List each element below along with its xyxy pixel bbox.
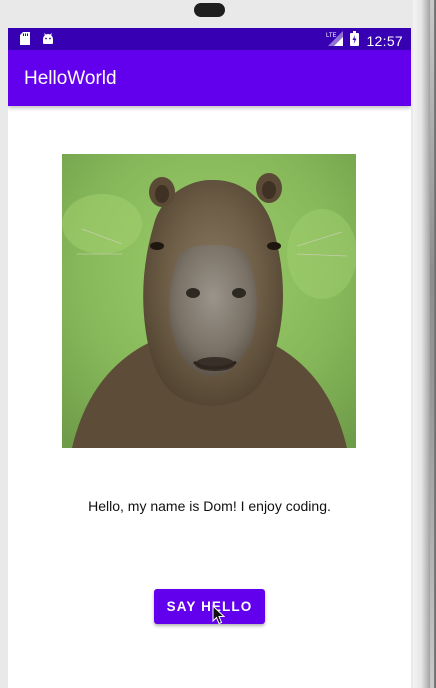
mouse-cursor-icon — [212, 604, 226, 630]
device-side-button — [430, 0, 434, 688]
capybara-image — [62, 154, 356, 448]
lte-signal-icon: LTE — [326, 31, 344, 51]
status-bar: LTE 12:57 — [8, 28, 411, 50]
greeting-text: Hello, my name is Dom! I enjoy coding. — [88, 498, 331, 514]
android-icon — [42, 32, 54, 50]
device-speaker — [194, 3, 225, 17]
app-title: HelloWorld — [24, 68, 117, 89]
sd-card-icon — [20, 32, 30, 50]
svg-text:LTE: LTE — [326, 33, 337, 39]
app-bar: HelloWorld — [8, 50, 411, 106]
status-time: 12:57 — [366, 33, 403, 49]
say-hello-button[interactable]: SAY HELLO — [154, 589, 265, 624]
phone-screen: LTE 12:57 HelloWorld Hello, my name is D… — [8, 28, 411, 688]
battery-icon — [350, 31, 360, 51]
